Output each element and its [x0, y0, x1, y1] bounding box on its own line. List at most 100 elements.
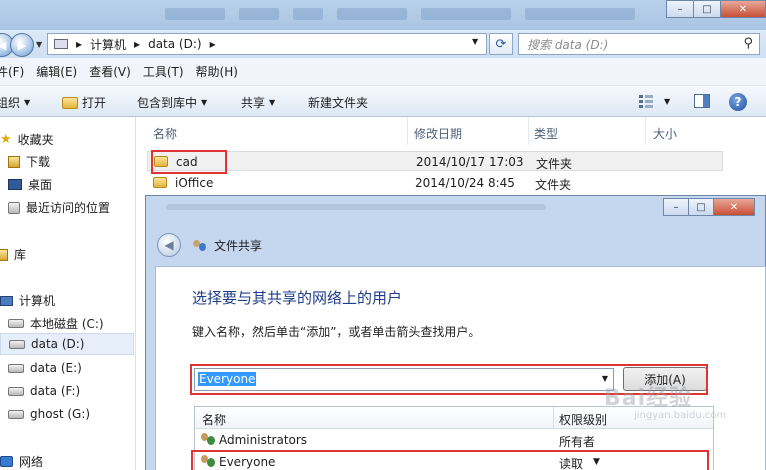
menu-edit[interactable]: 编辑(E) [36, 63, 77, 80]
help-icon[interactable]: ? [729, 93, 747, 111]
dialog-heading: 选择要与其共享的网络上的用户 [192, 289, 403, 307]
close-button[interactable]: ✕ [720, 0, 766, 18]
address-separator: ▸ [134, 37, 141, 51]
file-sharing-icon [192, 239, 208, 253]
new-folder-button[interactable]: 新建文件夹 [308, 94, 368, 111]
preview-pane-icon[interactable] [694, 94, 710, 108]
minimize-button[interactable]: – [666, 0, 694, 18]
user-name: Administrators [219, 433, 308, 447]
menu-view[interactable]: 查看(V) [89, 63, 131, 80]
file-row[interactable]: cad 2014/10/17 17:03 文件夹 [147, 151, 723, 171]
background-taskbar-tabs [165, 8, 635, 24]
address-separator: ▸ [76, 37, 83, 51]
permission-level: 所有者 [559, 435, 596, 449]
computer-icon [0, 295, 13, 306]
share-label: 共享 [241, 96, 266, 110]
nav-drive-f[interactable]: data (F:) [8, 384, 80, 398]
file-row[interactable]: iOffice 2014/10/24 8:45 文件夹 [147, 173, 723, 193]
maximize-button[interactable]: □ [693, 0, 721, 18]
desktop-icon [8, 179, 22, 190]
dialog-close-button[interactable]: ✕ [713, 198, 755, 216]
share-button[interactable]: 共享 ▼ [241, 94, 275, 111]
menu-file[interactable]: 件(F) [0, 63, 24, 80]
back-arrow-icon: ◀ [164, 238, 174, 252]
dialog-minimize-button[interactable]: – [663, 198, 689, 216]
search-icon[interactable]: ⚲ [743, 36, 753, 51]
nav-drive-c[interactable]: 本地磁盘 (C:) [8, 315, 104, 332]
chevron-down-icon: ▼ [24, 98, 31, 107]
nav-favorites-label: 收藏夹 [17, 133, 54, 147]
nav-computer[interactable]: 计算机 [0, 292, 55, 309]
navigation-pane: ★ 收藏夹 下载 桌面 最近访问的位置 库 计算机 本地磁盘 (C:) data… [0, 117, 136, 470]
breadcrumb-computer[interactable]: 计算机 [90, 36, 126, 53]
table-row[interactable]: Administrators 所有者 [195, 430, 713, 451]
column-divider[interactable] [528, 117, 529, 145]
nav-computer-label: 计算机 [19, 294, 56, 308]
drive-icon [9, 339, 25, 349]
dialog-title: 文件共享 [192, 237, 262, 254]
file-type: 文件夹 [535, 178, 572, 192]
explorer-titlebar: – □ ✕ [0, 0, 766, 30]
dialog-maximize-button[interactable]: □ [688, 198, 714, 216]
nav-drive-label: ghost (G:) [30, 407, 91, 421]
nav-libraries[interactable]: 库 [0, 246, 26, 263]
open-button[interactable]: 打开 [62, 94, 106, 111]
column-header-type[interactable]: 类型 [534, 125, 558, 142]
command-toolbar: 组织 ▼ 打开 包含到库中 ▼ 共享 ▼ 新建文件夹 ▼ [0, 86, 766, 117]
back-arrow-icon: ◀ [0, 38, 7, 52]
chevron-down-icon: ▼ [201, 98, 208, 107]
menu-tools[interactable]: 工具(T) [143, 63, 184, 80]
nav-desktop[interactable]: 桌面 [8, 176, 52, 193]
nav-network-label: 网络 [19, 455, 44, 469]
nav-recent[interactable]: 最近访问的位置 [8, 199, 110, 216]
nav-drive-d[interactable]: data (D:) [0, 333, 134, 355]
search-input[interactable]: 搜索 data (D:) ⚲ [518, 33, 760, 55]
menu-bar: 件(F) 编辑(E) 查看(V) 工具(T) 帮助(H) [0, 58, 766, 86]
drive-icon [8, 319, 24, 328]
column-header-size[interactable]: 大小 [653, 125, 677, 142]
column-header-modified[interactable]: 修改日期 [414, 125, 462, 142]
column-header-name[interactable]: 名称 [153, 125, 177, 142]
history-dropdown-icon[interactable]: ▼ [36, 40, 42, 49]
search-placeholder: 搜索 data (D:) [527, 37, 609, 52]
nav-drive-g[interactable]: ghost (G:) [8, 407, 90, 421]
network-icon [0, 456, 13, 467]
nav-favorites[interactable]: ★ 收藏夹 [0, 131, 54, 148]
drive-icon [8, 409, 24, 419]
address-dropdown-icon[interactable]: ▼ [472, 37, 478, 46]
file-modified: 2014/10/17 17:03 [416, 155, 524, 169]
include-in-library-button[interactable]: 包含到库中 ▼ [137, 94, 207, 111]
organize-button[interactable]: 组织 ▼ [0, 94, 30, 111]
nav-drive-label: 本地磁盘 (C:) [30, 317, 104, 331]
dialog-instruction: 键入名称，然后单击“添加”，或者单击箭头查找用户。 [192, 325, 481, 339]
breadcrumb-drive[interactable]: data (D:) [148, 37, 202, 51]
nav-recent-label: 最近访问的位置 [26, 201, 111, 215]
highlight-cad-folder [151, 150, 227, 174]
user-group-icon [201, 433, 216, 446]
libraries-icon [0, 248, 8, 261]
watermark-url: jingyan.baidu.com [634, 410, 727, 421]
drive-icon [8, 363, 24, 373]
column-divider[interactable] [645, 117, 646, 145]
nav-downloads-label: 下载 [26, 155, 51, 169]
address-box[interactable]: ▸ 计算机 ▸ data (D:) ▸ [47, 33, 487, 55]
menu-help[interactable]: 帮助(H) [196, 63, 238, 80]
dialog-title-text: 文件共享 [214, 239, 263, 253]
nav-downloads[interactable]: 下载 [8, 153, 50, 170]
star-icon: ★ [0, 132, 12, 147]
organize-label: 组织 [0, 96, 21, 110]
refresh-button[interactable]: ⟳ [489, 33, 513, 55]
dialog-back-button[interactable]: ◀ [157, 233, 181, 257]
column-divider[interactable] [553, 407, 554, 429]
nav-drive-label: data (E:) [30, 361, 82, 375]
view-options-icon[interactable] [638, 94, 654, 108]
watermark: Bai经验 jingyan.baidu.com [604, 380, 726, 421]
file-type: 文件夹 [536, 157, 573, 171]
nav-network[interactable]: 网络 [0, 453, 43, 470]
view-dropdown-icon[interactable]: ▼ [664, 97, 670, 106]
column-header-permission[interactable]: 权限级别 [559, 411, 607, 428]
nav-drive-e[interactable]: data (E:) [8, 361, 82, 375]
column-header-name[interactable]: 名称 [202, 411, 226, 428]
forward-button[interactable]: ▶ [10, 33, 34, 57]
column-divider[interactable] [407, 117, 408, 145]
